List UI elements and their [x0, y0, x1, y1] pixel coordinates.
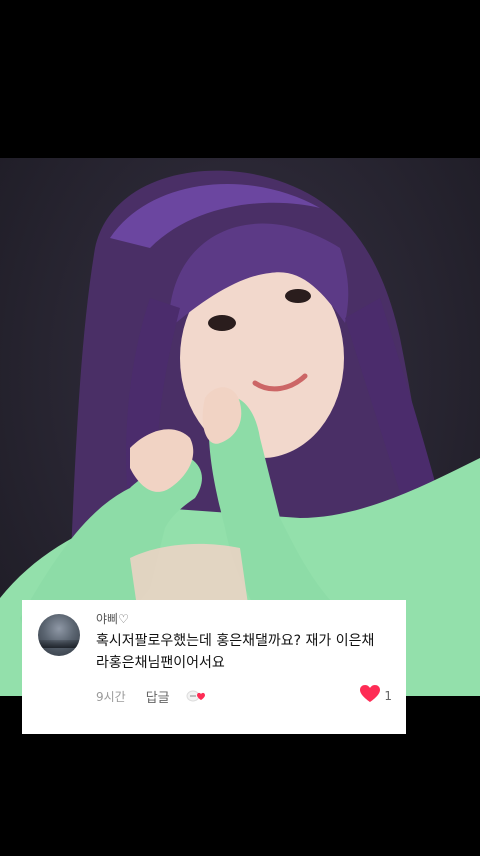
comment-username[interactable]: 야삐♡ — [96, 610, 129, 627]
reaction-sticker-icon[interactable] — [186, 688, 208, 704]
user-avatar[interactable] — [38, 614, 80, 656]
like-area[interactable]: 1 — [359, 684, 392, 708]
heart-icon[interactable] — [359, 684, 381, 708]
comment-text: 혹시저팔로우했는데 홍은채댈까요? 재가 이은채라홍은채님팬이어서요 — [96, 633, 375, 671]
reply-button[interactable]: 답글 — [146, 687, 170, 706]
comment-card: 야삐♡ 혹시저팔로우했는데 홍은채댈까요? 재가 이은채라홍은채님팬이어서요 9… — [22, 600, 406, 734]
comment-time: 9시간 — [96, 689, 126, 704]
comment-meta: 9시간 답글 — [96, 686, 208, 706]
like-count: 1 — [384, 689, 392, 703]
